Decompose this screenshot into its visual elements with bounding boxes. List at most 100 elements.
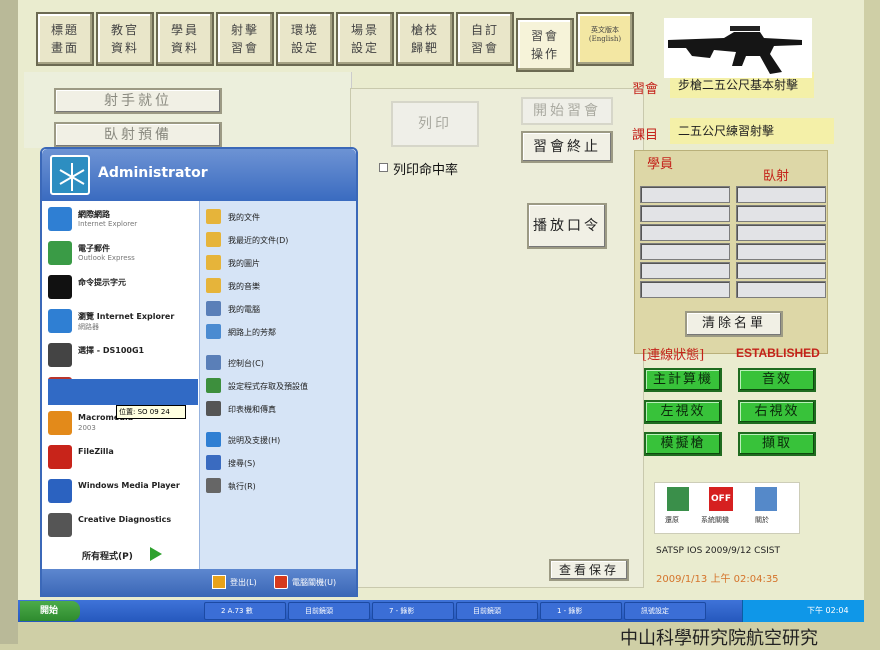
- tab-3[interactable]: 射擊 習會: [216, 12, 274, 66]
- tab-2[interactable]: 學員 資料: [156, 12, 214, 66]
- student-field[interactable]: [736, 224, 826, 241]
- taskbar-item-1[interactable]: 目前鏡頭: [288, 602, 370, 620]
- start-right-item-label: 我的音樂: [228, 282, 260, 291]
- device-button-5[interactable]: 擷取: [738, 432, 816, 456]
- user-name: Administrator: [98, 165, 208, 181]
- start-right-item-6[interactable]: 控制台(C): [206, 353, 352, 373]
- logoff-button[interactable]: 登出(L): [230, 577, 257, 588]
- recent-icon: [206, 232, 221, 247]
- start-right-item-4[interactable]: 我的電腦: [206, 299, 352, 319]
- start-menu-header: Administrator: [42, 149, 356, 201]
- student-field[interactable]: [640, 205, 730, 222]
- start-item-2[interactable]: 命令提示字元: [48, 273, 196, 305]
- start-item-0[interactable]: 網際網路 Internet Explorer: [48, 205, 196, 237]
- team-shoot-button[interactable]: 臥射預備: [54, 122, 222, 148]
- about-icon[interactable]: [755, 487, 777, 511]
- tab-8[interactable]: 習會 操作: [516, 18, 574, 72]
- printer-icon: [206, 401, 221, 416]
- connection-label: [連線狀態]: [642, 348, 705, 363]
- start-item-title: 電子郵件: [78, 244, 110, 253]
- taskbar-item-2[interactable]: 7 - 錄影: [372, 602, 454, 620]
- tab-5[interactable]: 場景 設定: [336, 12, 394, 66]
- clear-list-button[interactable]: 清除名單: [685, 311, 783, 337]
- logoff-icon[interactable]: [212, 575, 226, 589]
- print-button[interactable]: 列印: [391, 101, 479, 147]
- start-item-9[interactable]: Creative Diagnostics: [48, 511, 196, 543]
- device-button-2[interactable]: 左視效: [644, 400, 722, 424]
- start-item-8[interactable]: Windows Media Player: [48, 477, 196, 509]
- start-right-item-label: 執行(R): [228, 482, 256, 491]
- start-item-3[interactable]: 瀏覽 Internet Explorer 網路器: [48, 307, 196, 339]
- play-command-button[interactable]: 播放口令: [527, 203, 607, 249]
- student-field[interactable]: [736, 243, 826, 260]
- start-item-subtitle: 2003: [78, 424, 96, 432]
- start-right-item-7[interactable]: 設定程式存取及預設值: [206, 376, 352, 396]
- student-field[interactable]: [736, 205, 826, 222]
- shutdown-button[interactable]: 電腦關機(U): [292, 577, 336, 588]
- tab-0[interactable]: 標題 畫面: [36, 12, 94, 66]
- start-right-item-9[interactable]: 說明及支援(H): [206, 430, 352, 450]
- cmd-icon: [48, 275, 72, 299]
- computer-icon: [206, 301, 221, 316]
- tab-7[interactable]: 自訂 習會: [456, 12, 514, 66]
- defaults-icon: [206, 378, 221, 393]
- all-programs-button[interactable]: 所有程式(P): [82, 549, 133, 562]
- start-right-item-label: 設定程式存取及預設值: [228, 382, 308, 391]
- student-field[interactable]: [736, 281, 826, 298]
- student-field[interactable]: [640, 186, 730, 203]
- start-right-item-label: 搜尋(S): [228, 459, 256, 468]
- subject-row: 課目 二五公尺練習射擊: [624, 118, 844, 144]
- start-item-7[interactable]: FileZilla: [48, 443, 196, 475]
- watch-save-button[interactable]: 查看保存: [549, 559, 629, 581]
- start-right-item-11[interactable]: 執行(R): [206, 476, 352, 496]
- tab-6[interactable]: 槍枝 歸靶: [396, 12, 454, 66]
- student-field[interactable]: [736, 186, 826, 203]
- taskbar-item-3[interactable]: 目前鏡頭: [456, 602, 538, 620]
- start-right-item-5[interactable]: 網路上的芳鄰: [206, 322, 352, 342]
- monitor-bezel: [0, 0, 18, 644]
- student-field[interactable]: [640, 262, 730, 279]
- center-panel: 列印 開始習會 習會終止 列印命中率 播放口令 查看保存: [350, 88, 644, 588]
- taskbar-item-4[interactable]: 1 - 錄影: [540, 602, 622, 620]
- student-field[interactable]: [640, 224, 730, 241]
- start-item-1[interactable]: 電子郵件 Outlook Express: [48, 239, 196, 271]
- tab-1[interactable]: 教官 資料: [96, 12, 154, 66]
- start-menu-footer: 登出(L) 電腦關機(U): [42, 569, 356, 597]
- lane-label: 臥射: [763, 169, 790, 184]
- tab-9[interactable]: 英文版本 (English): [576, 12, 634, 66]
- stop-session-button[interactable]: 習會終止: [521, 131, 613, 163]
- taskbar-item-0[interactable]: 2 A.73 數: [204, 602, 286, 620]
- student-field[interactable]: [640, 281, 730, 298]
- start-right-item-8[interactable]: 印表機和傳真: [206, 399, 352, 419]
- shooter-position-button[interactable]: 射手就位: [54, 88, 222, 114]
- start-button[interactable]: 開始: [20, 601, 80, 621]
- print-hit-rate-label: 列印命中率: [393, 163, 459, 178]
- start-right-item-0[interactable]: 我的文件: [206, 207, 352, 227]
- start-menu-highlight: [48, 379, 198, 405]
- snowflake-icon: [59, 163, 85, 191]
- start-right-item-1[interactable]: 我最近的文件(D): [206, 230, 352, 250]
- start-session-button[interactable]: 開始習會: [521, 97, 613, 125]
- power-icon[interactable]: [274, 575, 288, 589]
- shutdown-icon-label: 系統關機: [701, 516, 729, 524]
- start-right-item-10[interactable]: 搜尋(S): [206, 453, 352, 473]
- device-button-1[interactable]: 音效: [738, 368, 816, 392]
- student-field[interactable]: [640, 243, 730, 260]
- tab-4[interactable]: 環境 設定: [276, 12, 334, 66]
- start-item-title: 瀏覽 Internet Explorer: [78, 312, 175, 321]
- start-item-title: 網際網路: [78, 210, 110, 219]
- version-text: SATSP IOS 2009/9/12 CSIST: [656, 546, 781, 556]
- taskbar-item-5[interactable]: 訊號設定: [624, 602, 706, 620]
- taskbar: 開始 2 A.73 數目前鏡頭 7 - 錄影 目前鏡頭 1 - 錄影 訊號設定 下午 0…: [18, 600, 864, 622]
- print-hit-rate-checkbox[interactable]: [379, 163, 388, 172]
- restore-icon[interactable]: [667, 487, 689, 511]
- start-item-4[interactable]: 選擇 - DS100G1: [48, 341, 196, 373]
- shutdown-icon[interactable]: OFF: [709, 487, 733, 511]
- user-avatar: [50, 155, 90, 195]
- device-button-0[interactable]: 主計算機: [644, 368, 722, 392]
- start-right-item-3[interactable]: 我的音樂: [206, 276, 352, 296]
- student-field[interactable]: [736, 262, 826, 279]
- device-button-3[interactable]: 右視效: [738, 400, 816, 424]
- device-button-4[interactable]: 模擬槍: [644, 432, 722, 456]
- start-right-item-2[interactable]: 我的圖片: [206, 253, 352, 273]
